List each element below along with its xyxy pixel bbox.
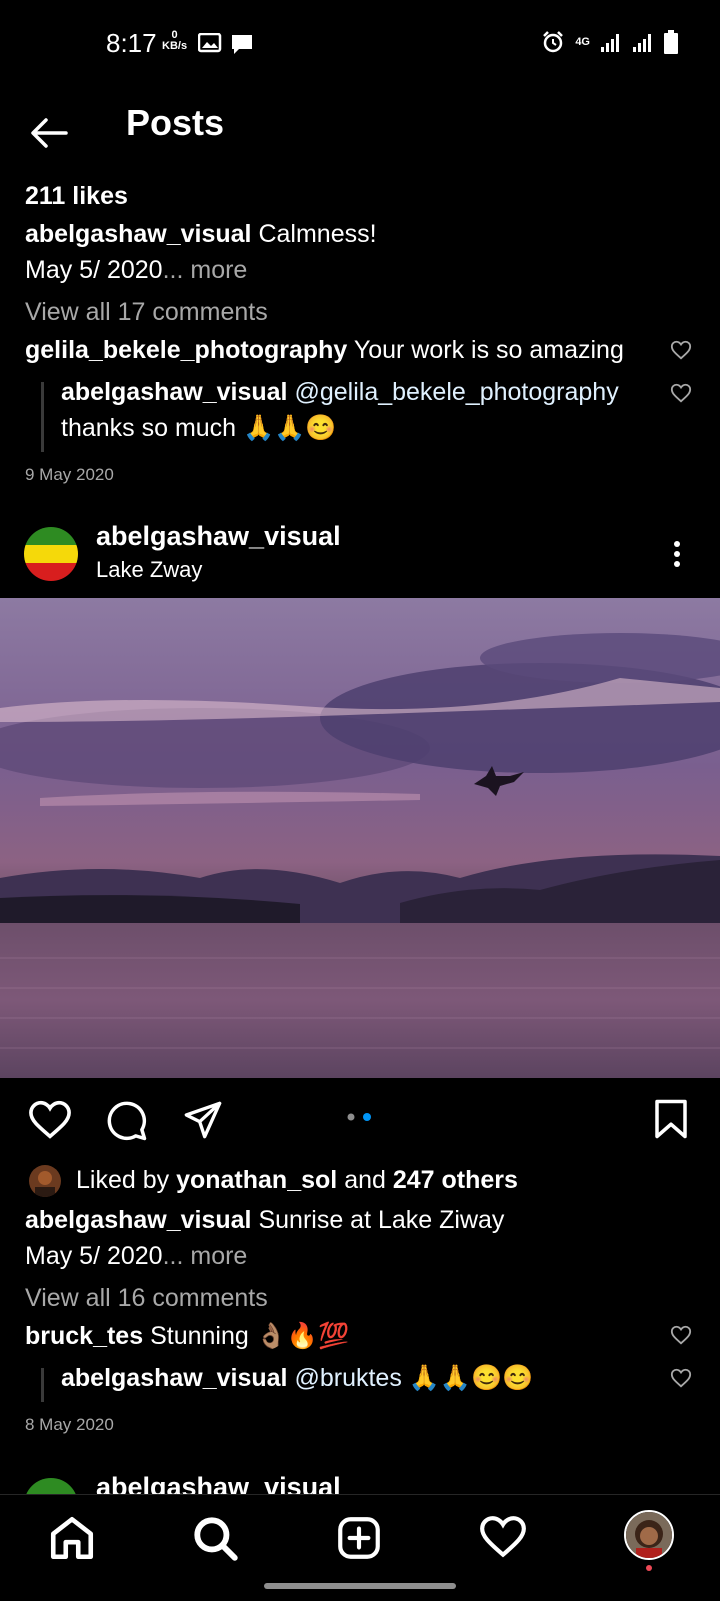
- caption-line-2-text: May 5/ 2020: [25, 1242, 163, 1270]
- caption-line-2: May 5/ 2020... more: [25, 252, 247, 288]
- caption-username[interactable]: abelgashaw_visual: [25, 220, 252, 248]
- reply-username[interactable]: abelgashaw_visual: [61, 1364, 288, 1392]
- reply: abelgashaw_visual @bruktes 🙏🙏😊😊: [61, 1360, 651, 1396]
- post-date: 9 May 2020: [25, 465, 114, 484]
- signal-icon: [601, 34, 619, 52]
- caption: abelgashaw_visual Calmness!: [25, 216, 685, 252]
- liked-by[interactable]: Liked by yonathan_sol and 247 others: [76, 1162, 518, 1198]
- reply-mention[interactable]: @bruktes: [294, 1364, 401, 1392]
- reply-like-heart-icon[interactable]: [670, 382, 692, 404]
- comment-like-heart-icon[interactable]: [670, 339, 692, 361]
- reply-text: thanks so much 🙏🙏😊: [61, 414, 337, 442]
- comment-icon[interactable]: [106, 1100, 148, 1142]
- reply-thread-line: [41, 382, 44, 452]
- home-indicator[interactable]: [264, 1583, 456, 1589]
- more-link[interactable]: ... more: [163, 256, 248, 284]
- post-username[interactable]: abelgashaw_visual: [96, 521, 341, 552]
- more-options-icon[interactable]: [673, 540, 681, 568]
- status-time: 8:17: [106, 28, 157, 58]
- alarm-icon: [543, 31, 564, 53]
- liked-by-prefix: Liked by: [76, 1166, 170, 1194]
- comment: bruck_tes Stunning 👌🏽🔥💯: [25, 1318, 655, 1354]
- liked-by-user[interactable]: yonathan_sol: [176, 1166, 337, 1194]
- reply-text: 🙏🙏😊😊: [408, 1364, 534, 1392]
- reply-like-heart-icon[interactable]: [670, 1367, 692, 1389]
- comment-username[interactable]: bruck_tes: [25, 1322, 143, 1350]
- caption-username[interactable]: abelgashaw_visual: [25, 1206, 252, 1234]
- reply-thread-line: [41, 1368, 44, 1402]
- reply: abelgashaw_visual @gelila_bekele_photogr…: [61, 374, 651, 446]
- status-bar: 8:17 0 KB/s 4G: [0, 0, 720, 88]
- comment-text: Your work is so amazing: [353, 336, 624, 364]
- add-post-icon[interactable]: [334, 1513, 384, 1563]
- net-speed-unit: KB/s: [162, 40, 188, 52]
- liked-by-others[interactable]: 247 others: [393, 1166, 518, 1194]
- comment-username[interactable]: gelila_bekele_photography: [25, 336, 347, 364]
- caption-line-2-text: May 5/ 2020: [25, 256, 163, 284]
- liked-by-avatar[interactable]: [29, 1165, 61, 1197]
- carousel-indicator: [347, 1113, 371, 1121]
- message-icon: [232, 35, 252, 54]
- view-all-comments[interactable]: View all 17 comments: [25, 294, 268, 330]
- signal-icon: [633, 34, 651, 52]
- top-bar: Posts: [0, 88, 720, 188]
- comment-text: Stunning 👌🏽🔥💯: [150, 1322, 350, 1350]
- reply-mention[interactable]: @gelila_bekele_photography: [294, 378, 618, 406]
- like-heart-icon[interactable]: [28, 1100, 72, 1140]
- more-link[interactable]: ... more: [163, 1242, 248, 1270]
- caption-line-2: May 5/ 2020... more: [25, 1238, 247, 1274]
- comment: gelila_bekele_photography Your work is s…: [25, 332, 655, 368]
- avatar[interactable]: [24, 527, 78, 581]
- view-all-comments[interactable]: View all 16 comments: [25, 1280, 268, 1316]
- post-photo[interactable]: [0, 598, 720, 1078]
- search-icon[interactable]: [190, 1513, 240, 1563]
- profile-avatar[interactable]: [624, 1510, 674, 1560]
- bookmark-icon[interactable]: [652, 1098, 690, 1140]
- net-speed: 0 KB/s: [162, 30, 187, 52]
- liked-by-and: and: [344, 1166, 386, 1194]
- back-arrow-icon[interactable]: [28, 112, 70, 154]
- activity-heart-icon[interactable]: [478, 1513, 528, 1563]
- caption: abelgashaw_visual Sunrise at Lake Ziway: [25, 1202, 685, 1238]
- gallery-icon: [198, 33, 222, 53]
- network-type: 4G: [575, 35, 590, 48]
- comment-like-heart-icon[interactable]: [670, 1324, 692, 1346]
- battery-icon: [664, 30, 678, 54]
- page-title: Posts: [126, 102, 225, 143]
- post-location[interactable]: Lake Zway: [96, 557, 202, 583]
- share-icon[interactable]: [182, 1100, 224, 1140]
- caption-text: Sunrise at Lake Ziway: [258, 1206, 505, 1234]
- post-date: 8 May 2020: [25, 1415, 114, 1434]
- home-icon[interactable]: [47, 1513, 97, 1563]
- likes-count[interactable]: 211 likes: [25, 178, 128, 214]
- reply-username[interactable]: abelgashaw_visual: [61, 378, 288, 406]
- notification-dot: [646, 1565, 652, 1571]
- caption-text: Calmness!: [258, 220, 377, 248]
- status-icons-right: 4G: [541, 30, 678, 54]
